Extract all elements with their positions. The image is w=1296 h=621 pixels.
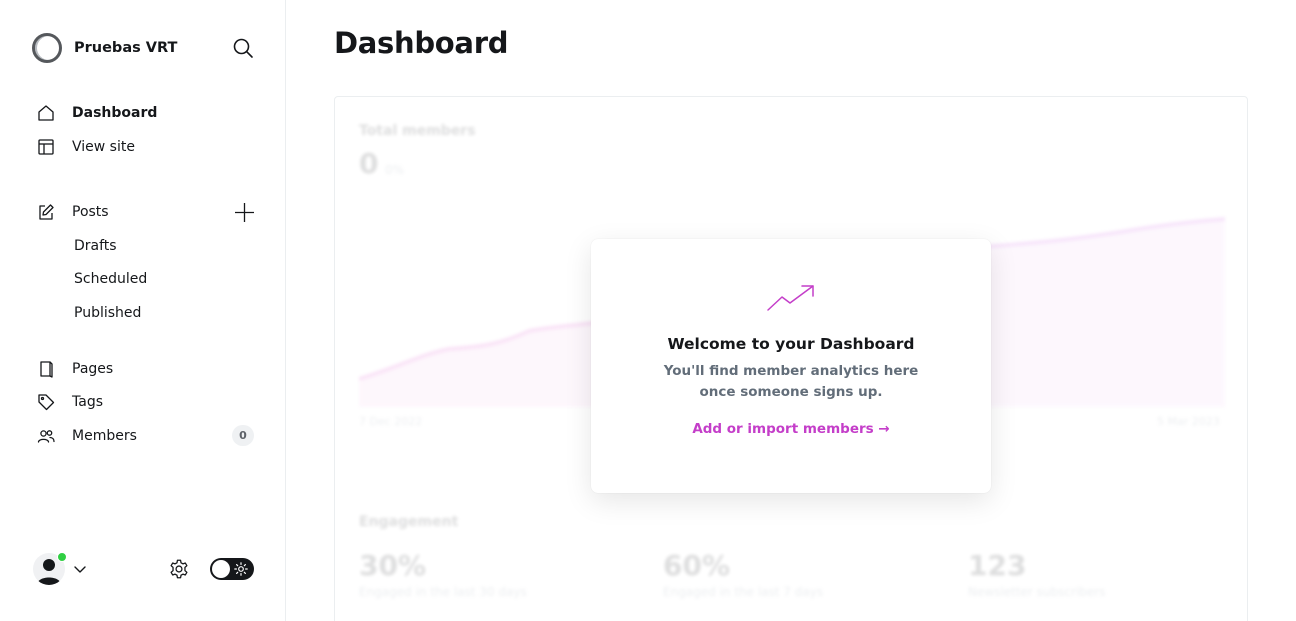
pages-icon	[36, 359, 56, 379]
total-members-change: 0%	[385, 163, 405, 177]
nav-posts[interactable]: Posts	[36, 200, 109, 224]
engagement-stat-1-caption: Engaged in the last 30 days	[359, 585, 527, 599]
site-name: Pruebas VRT	[74, 40, 178, 56]
nav-dashboard-label: Dashboard	[72, 105, 158, 121]
nav-tags[interactable]: Tags	[36, 390, 103, 414]
layout-icon	[36, 137, 56, 157]
trending-up-icon	[767, 285, 814, 311]
edit-icon	[36, 202, 56, 222]
dark-mode-toggle[interactable]	[210, 558, 254, 580]
engagement-stat-2-value: 60%	[663, 549, 731, 582]
new-post-plus-icon[interactable]	[234, 202, 255, 223]
members-count-badge: 0	[232, 425, 254, 446]
page-title: Dashboard	[334, 26, 509, 60]
nav-drafts[interactable]: Drafts	[74, 236, 117, 256]
chart-end-date: 5 Mar 2023	[1157, 415, 1220, 428]
engagement-stat-3-value: 123	[968, 549, 1027, 582]
members-icon	[36, 426, 56, 446]
engagement-label: Engagement	[359, 514, 459, 530]
welcome-card: Welcome to your Dashboard You'll find me…	[591, 239, 991, 493]
chart-start-date: 7 Dec 2022	[359, 415, 423, 428]
chevron-down-icon[interactable]	[73, 562, 87, 576]
welcome-title: Welcome to your Dashboard	[667, 335, 915, 353]
total-members-value: 0	[359, 147, 379, 180]
tag-icon	[36, 392, 56, 412]
welcome-description: You'll find member analytics here once s…	[663, 363, 919, 400]
home-icon	[36, 103, 56, 123]
gear-icon[interactable]	[168, 558, 190, 580]
search-icon[interactable]	[232, 37, 254, 59]
nav-members[interactable]: Members	[36, 424, 137, 448]
site-brand[interactable]: Pruebas VRT	[32, 32, 177, 64]
add-import-members-link[interactable]: Add or import members →	[591, 421, 991, 437]
nav-view-site[interactable]: View site	[36, 135, 135, 159]
sidebar: Pruebas VRT Dashboard View site Posts Dr…	[0, 0, 286, 621]
site-logo	[32, 33, 62, 63]
engagement-stat-3-caption: Newsletter subscribers	[968, 585, 1106, 599]
nav-tags-label: Tags	[72, 394, 103, 410]
nav-dashboard[interactable]: Dashboard	[36, 101, 157, 125]
toggle-knob	[212, 560, 230, 578]
nav-scheduled[interactable]: Scheduled	[74, 269, 147, 289]
nav-published[interactable]: Published	[74, 303, 141, 323]
nav-view-site-label: View site	[72, 139, 135, 155]
nav-posts-label: Posts	[72, 204, 109, 220]
nav-pages[interactable]: Pages	[36, 357, 113, 381]
engagement-stat-2-caption: Engaged in the last 7 days	[663, 585, 824, 599]
sun-icon	[234, 562, 248, 576]
online-status-dot	[57, 552, 67, 562]
engagement-stat-1-value: 30%	[359, 549, 427, 582]
nav-members-label: Members	[72, 428, 137, 444]
nav-pages-label: Pages	[72, 361, 114, 377]
total-members-label: Total members	[359, 123, 476, 139]
